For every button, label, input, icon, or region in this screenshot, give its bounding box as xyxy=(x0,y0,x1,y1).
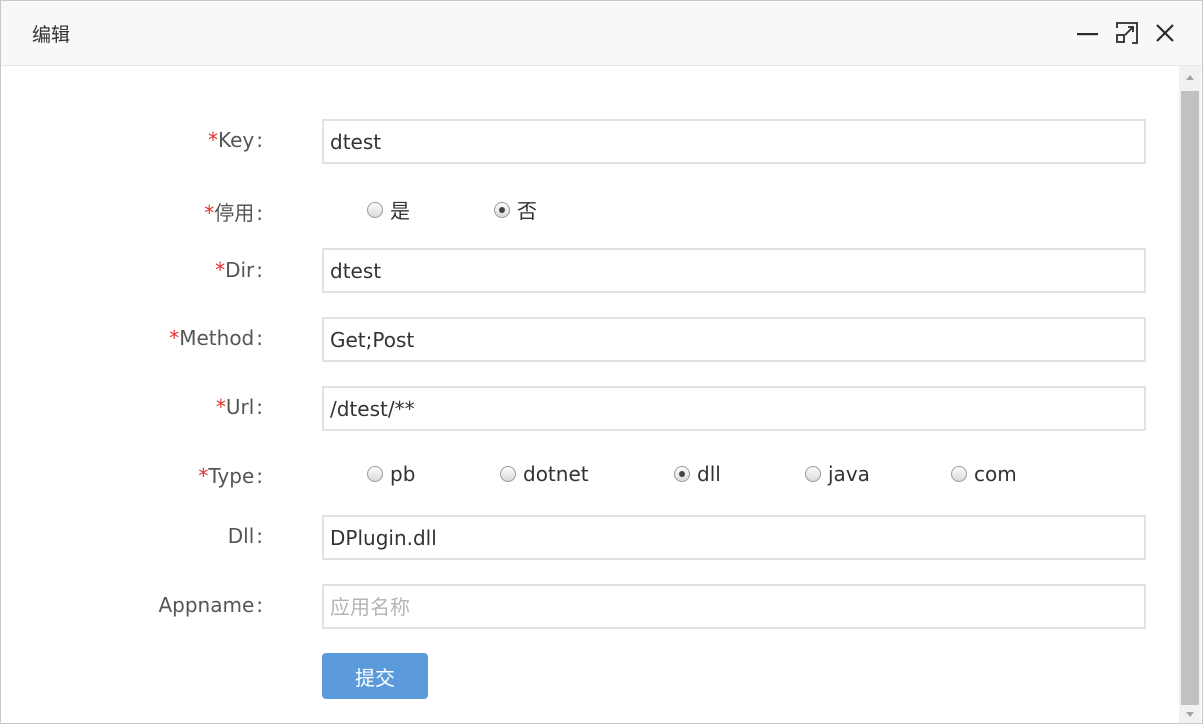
type-label: *Type: xyxy=(198,464,263,488)
edit-dialog: 编辑 *Key: *停用: 是 否 xyxy=(0,0,1203,724)
disabled-radio-no[interactable]: 否 xyxy=(494,195,537,224)
vertical-scrollbar[interactable] xyxy=(1179,66,1201,723)
key-label: *Key: xyxy=(207,128,263,152)
dll-input[interactable] xyxy=(322,515,1146,560)
dialog-titlebar: 编辑 xyxy=(1,1,1202,66)
type-radio-pb[interactable]: pb xyxy=(367,462,415,486)
method-input[interactable] xyxy=(322,317,1146,362)
minimize-icon[interactable] xyxy=(1075,20,1101,46)
type-radio-java[interactable]: java xyxy=(805,462,870,486)
disabled-radio-yes[interactable]: 是 xyxy=(367,195,410,224)
dir-label: *Dir: xyxy=(215,258,263,282)
type-radio-dotnet[interactable]: dotnet xyxy=(500,462,589,486)
maximize-icon[interactable] xyxy=(1114,20,1140,46)
url-input[interactable] xyxy=(322,386,1146,431)
appname-label: Appname: xyxy=(158,593,263,617)
disabled-label: *停用: xyxy=(204,201,263,225)
method-label: *Method: xyxy=(169,326,263,350)
radio-button-icon[interactable] xyxy=(367,201,383,218)
radio-button-icon[interactable] xyxy=(500,466,516,482)
radio-button-icon[interactable] xyxy=(367,466,383,482)
appname-input[interactable] xyxy=(322,584,1146,629)
dir-input[interactable] xyxy=(322,248,1146,293)
key-input[interactable] xyxy=(322,119,1146,164)
dll-label: Dll: xyxy=(227,524,263,548)
radio-button-icon[interactable] xyxy=(805,466,821,482)
close-icon[interactable] xyxy=(1152,20,1178,46)
scroll-down-arrow-icon[interactable] xyxy=(1179,706,1201,723)
radio-button-icon[interactable] xyxy=(494,201,510,218)
dialog-title: 编辑 xyxy=(32,24,71,46)
submit-button[interactable]: 提交 xyxy=(322,653,428,699)
type-radio-dll[interactable]: dll xyxy=(674,462,721,486)
url-label: *Url: xyxy=(215,395,263,419)
radio-button-icon[interactable] xyxy=(951,466,967,482)
radio-button-icon[interactable] xyxy=(674,466,690,482)
scrollbar-thumb[interactable] xyxy=(1181,91,1199,705)
scroll-up-arrow-icon[interactable] xyxy=(1179,66,1201,90)
type-radio-com[interactable]: com xyxy=(951,462,1017,486)
